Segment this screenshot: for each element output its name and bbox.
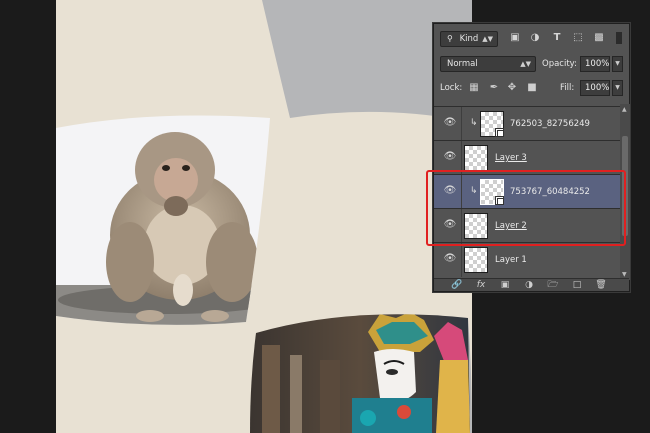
- layers-panel: ⚲ Kind ▲▼ ▣ ◑ T ⬚ ▩ Normal ▲▼ Opacity: 1…: [433, 23, 630, 292]
- smart-object-icon: [495, 196, 504, 205]
- layer-row-layer-3[interactable]: 👁 Layer 3: [434, 140, 620, 175]
- fill-label: Fill:: [560, 83, 575, 93]
- scroll-up-icon[interactable]: ▲: [622, 106, 627, 113]
- shape-filter-icon[interactable]: ⬚: [571, 31, 585, 45]
- filter-toggle-icon[interactable]: [614, 31, 624, 45]
- eye-separator: [461, 107, 462, 141]
- opacity-label: Opacity:: [542, 59, 577, 69]
- smart-object-icon: [495, 128, 504, 137]
- eye-separator: [461, 175, 462, 209]
- scroll-down-icon[interactable]: ▼: [622, 271, 627, 278]
- visibility-eye-icon[interactable]: 👁: [443, 151, 457, 163]
- fill-slider-button[interactable]: ▼: [612, 80, 623, 96]
- visibility-eye-icon[interactable]: 👁: [443, 117, 457, 129]
- lock-all-icon[interactable]: ■: [526, 82, 538, 94]
- layer-thumbnail[interactable]: [480, 179, 504, 205]
- lock-image-icon[interactable]: ✒: [488, 82, 500, 94]
- mask-icon[interactable]: ▣: [498, 279, 512, 291]
- photoshop-workspace: ⚲ Kind ▲▼ ▣ ◑ T ⬚ ▩ Normal ▲▼ Opacity: 1…: [0, 0, 650, 433]
- type-filter-icon[interactable]: T: [550, 31, 564, 45]
- folder-icon[interactable]: 🗁: [546, 279, 560, 291]
- layer-name[interactable]: Layer 2: [495, 221, 527, 231]
- clipping-arrow-icon: ↳: [470, 118, 478, 128]
- layer-list-scrollbar[interactable]: ▲ ▼: [620, 104, 630, 280]
- eye-separator: [461, 243, 462, 277]
- clipping-arrow-icon: ↳: [470, 186, 478, 196]
- smart-filter-icon[interactable]: ▩: [592, 31, 606, 45]
- lock-label: Lock:: [440, 83, 463, 93]
- filter-kind-dropdown[interactable]: ⚲ Kind ▲▼: [440, 31, 498, 47]
- layer-name[interactable]: Layer 1: [495, 255, 527, 265]
- layer-thumbnail[interactable]: [464, 247, 488, 273]
- opacity-field[interactable]: 100%: [580, 56, 610, 72]
- fx-icon[interactable]: fx: [474, 279, 488, 291]
- monkey-photo-region: [56, 115, 270, 325]
- layer-row-layer-1[interactable]: 👁 Layer 1: [434, 242, 620, 277]
- blend-mode-label: Normal: [447, 59, 478, 69]
- link-layers-icon[interactable]: 🔗: [450, 279, 464, 291]
- filter-kind-label: Kind: [459, 34, 479, 44]
- layer-thumbnail[interactable]: [464, 145, 488, 171]
- layer-thumbnail[interactable]: [464, 213, 488, 239]
- layer-list: 👁 ↳ 762503_82756249 👁 Layer 3 👁 ↳ 753767…: [434, 104, 620, 280]
- dropdown-arrow-icon: ▲▼: [520, 60, 531, 68]
- layers-panel-footer: 🔗 fx ▣ ◑ 🗁 □ 🗑: [434, 278, 629, 291]
- layer-name[interactable]: Layer 3: [495, 153, 527, 163]
- dropdown-arrow-icon: ▲▼: [482, 35, 493, 43]
- lock-transparent-icon[interactable]: ▦: [468, 82, 480, 94]
- scrollbar-thumb[interactable]: [622, 136, 628, 236]
- visibility-eye-icon[interactable]: 👁: [443, 253, 457, 265]
- new-layer-icon[interactable]: □: [570, 279, 584, 291]
- layer-thumbnail[interactable]: [480, 111, 504, 137]
- eye-separator: [461, 141, 462, 175]
- layer-name[interactable]: 762503_82756249: [510, 119, 590, 129]
- opacity-slider-button[interactable]: ▼: [612, 56, 623, 72]
- layer-row-753767-selected[interactable]: 👁 ↳ 753767_60484252: [434, 174, 620, 209]
- eye-separator: [461, 209, 462, 243]
- search-icon: ⚲: [447, 34, 453, 43]
- blend-mode-dropdown[interactable]: Normal ▲▼: [440, 56, 536, 72]
- layer-row-layer-2[interactable]: 👁 Layer 2: [434, 208, 620, 243]
- visibility-eye-icon[interactable]: 👁: [443, 219, 457, 231]
- adjustment-filter-icon[interactable]: ◑: [528, 31, 542, 45]
- layer-row-762503[interactable]: 👁 ↳ 762503_82756249: [434, 106, 620, 141]
- image-filter-icon[interactable]: ▣: [508, 31, 522, 45]
- trash-icon[interactable]: 🗑: [594, 279, 608, 291]
- visibility-eye-icon[interactable]: 👁: [443, 185, 457, 197]
- adjustment-icon[interactable]: ◑: [522, 279, 536, 291]
- layer-name[interactable]: 753767_60484252: [510, 187, 590, 197]
- lock-position-icon[interactable]: ✥: [506, 82, 518, 94]
- fill-field[interactable]: 100%: [580, 80, 610, 96]
